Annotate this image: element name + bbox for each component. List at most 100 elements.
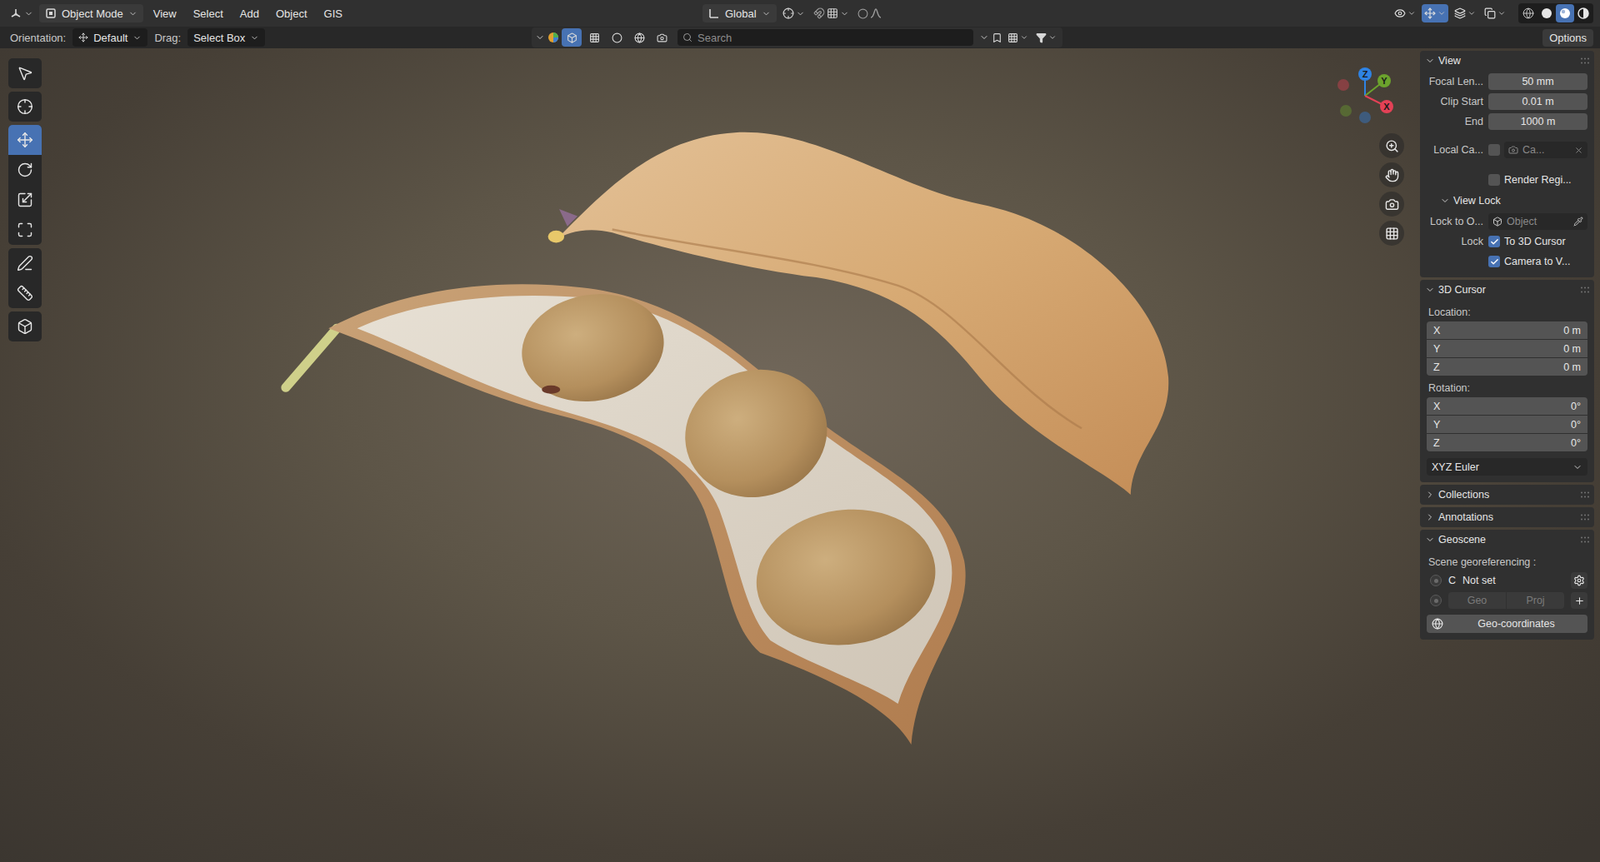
editor-type-icon (9, 6, 23, 20)
shading-button[interactable] (1574, 4, 1593, 23)
filter-toggle[interactable] (651, 28, 672, 47)
chevron-down-icon (1437, 9, 1446, 18)
viewport-scene[interactable] (50, 48, 1420, 862)
axis-field[interactable]: Y0 m (1426, 340, 1588, 358)
move-tool[interactable] (8, 125, 42, 155)
axis-dot[interactable] (1377, 74, 1391, 88)
menu-item[interactable]: GIS (317, 4, 350, 24)
geo-coordinates-button[interactable]: Geo-coordinates (1426, 615, 1588, 634)
rotation-mode-dropdown[interactable]: XYZ Euler (1426, 458, 1588, 476)
camera-field[interactable]: Ca... (1504, 141, 1588, 159)
settings-button[interactable] (1570, 572, 1588, 590)
view-panel: ViewFocal Len...50 mmClip Start0.01 mEnd… (1420, 50, 1595, 278)
mode-dropdown[interactable]: Object Mode (39, 4, 144, 23)
menu-item[interactable]: View (146, 4, 184, 24)
select-tool[interactable] (8, 58, 42, 89)
add-cube-tool[interactable] (8, 311, 42, 342)
layout-button[interactable] (1005, 28, 1031, 47)
object-field[interactable]: Object (1488, 213, 1588, 230)
perspective-button[interactable] (1379, 220, 1405, 246)
gizmos-toggle[interactable] (1421, 4, 1449, 23)
panel-header[interactable]: Geoscene (1420, 530, 1595, 550)
visibility-toggle[interactable] (1391, 4, 1419, 23)
filter-toggle[interactable] (606, 28, 627, 47)
panel-header[interactable]: View (1420, 50, 1595, 71)
radio[interactable] (1430, 595, 1442, 607)
grid-icon (826, 7, 839, 20)
checkbox[interactable] (1488, 174, 1500, 186)
collapsed-panel: Annotations (1420, 507, 1595, 528)
menu-item[interactable]: Select (186, 4, 230, 24)
options-button[interactable]: Options (1542, 29, 1594, 47)
axis-field[interactable]: X0° (1426, 397, 1588, 415)
checkbox[interactable] (1488, 255, 1500, 268)
chevron-down-icon (1425, 55, 1435, 66)
negative-axis-dot[interactable] (1337, 79, 1350, 91)
negative-axis-dot[interactable] (1340, 105, 1352, 117)
annotate-tool[interactable] (8, 248, 42, 279)
pivot-button[interactable] (780, 4, 808, 23)
filter-toggle[interactable] (561, 28, 582, 47)
measure-tool[interactable] (8, 278, 42, 309)
axis-dot[interactable] (1358, 67, 1372, 81)
negative-axis-dot[interactable] (1359, 111, 1371, 124)
bean[interactable] (747, 498, 945, 657)
shading-group (1518, 3, 1594, 24)
orientation-dropdown[interactable]: Default (72, 28, 148, 47)
cursor-tool[interactable] (8, 91, 42, 122)
world-icon (634, 32, 645, 44)
menu-item[interactable]: Add (233, 4, 266, 24)
add-button[interactable] (1570, 592, 1588, 610)
shading-button[interactable] (1555, 4, 1575, 23)
axis-field[interactable]: Z0° (1426, 434, 1588, 452)
drag-dropdown[interactable]: Select Box (187, 28, 265, 47)
open-pod[interactable] (285, 283, 966, 745)
scale-tool[interactable] (8, 185, 42, 215)
proportional-edit-button[interactable] (855, 4, 885, 23)
bean[interactable] (670, 354, 842, 514)
editor-type-button[interactable] (6, 4, 36, 23)
checkbox[interactable] (1488, 235, 1500, 248)
view-lock-header[interactable]: View Lock (1426, 190, 1588, 211)
segment-button[interactable]: Geo (1448, 592, 1506, 610)
transform-tool[interactable] (8, 215, 42, 245)
panel-header[interactable]: 3D Cursor (1420, 280, 1595, 300)
camera-view-button[interactable] (1379, 191, 1405, 217)
number-field[interactable]: 0.01 m (1488, 93, 1588, 110)
geo-segment: GeoProj (1448, 592, 1565, 610)
segment-button[interactable]: Proj (1506, 592, 1565, 610)
bean[interactable] (513, 283, 673, 413)
checkbox[interactable] (1488, 144, 1500, 156)
filter-toggle[interactable] (584, 28, 605, 47)
camera-icon (1385, 197, 1400, 212)
rotate-tool[interactable] (8, 155, 42, 185)
number-field[interactable]: 1000 m (1488, 113, 1588, 130)
xray-toggle[interactable] (1481, 4, 1509, 23)
menu-item[interactable]: Object (269, 4, 315, 24)
number-field[interactable]: 50 mm (1488, 73, 1588, 90)
snap-button[interactable] (810, 4, 852, 23)
viewport-canvas[interactable]: ZYX (50, 48, 1420, 862)
filter-toggle[interactable] (629, 28, 650, 47)
search-field[interactable]: Search (677, 29, 974, 46)
shading-button[interactable] (1537, 4, 1556, 23)
axes-icon (708, 7, 720, 20)
axis-field[interactable]: X0 m (1426, 321, 1588, 340)
overlays-toggle[interactable] (1451, 4, 1479, 23)
axis-field[interactable]: Z0 m (1426, 358, 1588, 376)
axis-dot[interactable] (1380, 100, 1394, 114)
panel-header[interactable]: Collections (1420, 485, 1595, 505)
panel-header[interactable]: Annotations (1420, 507, 1595, 528)
transform-orientation-dropdown[interactable]: Global (702, 4, 777, 23)
axis-field[interactable]: Y0° (1426, 415, 1588, 434)
shading-button[interactable] (1519, 4, 1538, 23)
rotate-icon (16, 161, 34, 179)
filter-button[interactable] (1033, 28, 1060, 47)
transform-icon (16, 221, 34, 239)
pan-button[interactable] (1379, 162, 1405, 188)
zoom-button[interactable] (1379, 133, 1405, 159)
add-cube-icon (16, 318, 34, 335)
bookmark-icon (991, 32, 1003, 44)
radio[interactable] (1430, 575, 1442, 587)
navigation-gizmo[interactable]: ZYX (1327, 58, 1403, 134)
